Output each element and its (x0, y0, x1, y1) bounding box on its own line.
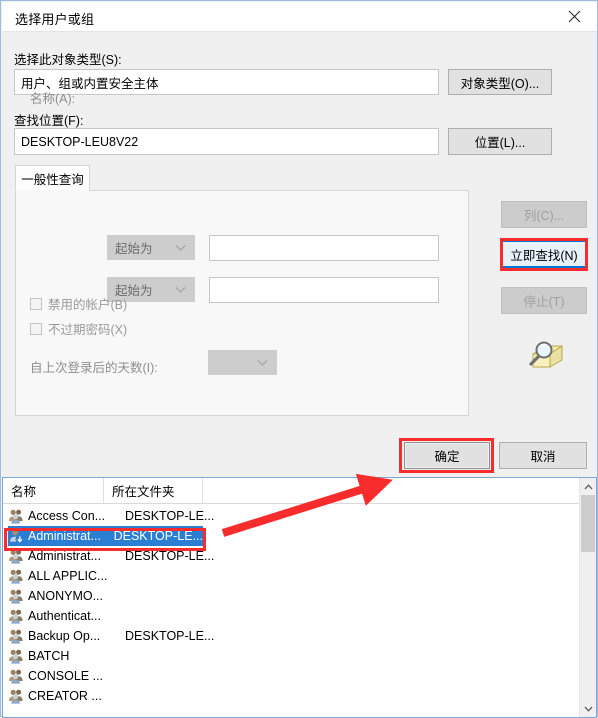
days-since-logon-combo[interactable] (208, 350, 277, 375)
table-row[interactable]: ANONYMO... (3, 586, 596, 606)
cell-folder: DESKTOP-LE... (125, 629, 215, 643)
checkbox-disabled-accounts[interactable]: 禁用的帐户(B) (30, 294, 127, 313)
column-header-name[interactable]: 名称 (3, 478, 104, 503)
checkbox-box-icon (30, 297, 42, 310)
table-row[interactable]: Backup Op... DESKTOP-LE... (3, 626, 596, 646)
group-icon (8, 588, 25, 604)
scroll-down-button[interactable] (580, 700, 596, 717)
days-since-logon-label: 自上次登录后的天数(I): (30, 361, 158, 375)
group-icon (8, 608, 25, 624)
select-user-or-group-dialog: 选择用户或组 选择此对象类型(S): 用户、组或内置安全主体 对象类型(O)..… (0, 0, 598, 718)
table-row[interactable]: CREATOR ... (3, 686, 596, 706)
checkbox-box-icon (30, 322, 42, 335)
cell-name: Administrat... (28, 549, 101, 563)
cell-name: BATCH (28, 649, 70, 663)
table-row[interactable]: Administrat... DESKTOP-LE... (8, 526, 203, 546)
scrollbar-thumb[interactable] (581, 495, 595, 552)
ok-button[interactable]: 确定 (404, 442, 490, 469)
table-row[interactable]: Authenticat... (3, 606, 596, 626)
find-now-button[interactable]: 立即查找(N) (501, 240, 587, 268)
group-icon (8, 688, 25, 704)
vertical-scrollbar[interactable] (579, 478, 596, 717)
group-icon (8, 508, 25, 524)
cell-name: Administrat... (28, 529, 101, 543)
close-icon (568, 10, 581, 23)
cancel-button[interactable]: 取消 (499, 442, 587, 469)
scroll-up-button[interactable] (580, 478, 596, 495)
close-button[interactable] (552, 2, 597, 31)
stop-button[interactable]: 停止(T) (501, 287, 587, 314)
cell-name: Access Con... (28, 509, 106, 523)
magnifier-folder-icon (521, 337, 565, 373)
cell-name: CONSOLE ... (28, 669, 104, 683)
table-row[interactable]: ALL APPLIC... (3, 566, 596, 586)
cell-name: ALL APPLIC... (28, 569, 108, 583)
chevron-down-icon (175, 244, 186, 251)
table-row[interactable]: Access Con... DESKTOP-LE... (3, 506, 596, 526)
dialog-body: 选择此对象类型(S): 用户、组或内置安全主体 对象类型(O)... 查找位置(… (2, 32, 597, 718)
table-row[interactable]: CONSOLE ... (3, 666, 596, 686)
user-icon (8, 528, 25, 544)
checkbox-non-expiring-password-label: 不过期密码(X) (48, 323, 128, 337)
tab-general-query[interactable]: 一般性查询 (15, 165, 90, 191)
columns-button[interactable]: 列(C)... (501, 201, 587, 228)
cell-folder: DESKTOP-LE... (113, 529, 203, 543)
checkbox-disabled-accounts-label: 禁用的帐户(B) (48, 298, 128, 312)
group-icon (8, 648, 25, 664)
window-title: 选择用户或组 (15, 12, 95, 27)
column-header-folder[interactable]: 所在文件夹 (104, 478, 203, 503)
group-icon (8, 628, 25, 644)
group-icon (8, 668, 25, 684)
location-label: 查找位置(F): (14, 114, 84, 128)
cell-folder: DESKTOP-LE... (125, 549, 215, 563)
object-type-button[interactable]: 对象类型(O)... (448, 69, 552, 95)
chevron-down-icon (257, 359, 268, 366)
title-bar: 选择用户或组 (2, 2, 597, 32)
desc-value-input[interactable] (209, 277, 439, 303)
cell-name: ANONYMO... (28, 589, 104, 603)
results-list-header: 名称 所在文件夹 (3, 478, 596, 504)
chevron-down-icon (584, 706, 592, 712)
name-condition-combo[interactable]: 起始为 (107, 235, 195, 260)
chevron-down-icon (175, 286, 186, 293)
checkbox-non-expiring-password[interactable]: 不过期密码(X) (30, 319, 127, 338)
cell-name: Authenticat... (28, 609, 101, 623)
object-type-input[interactable]: 用户、组或内置安全主体 (14, 69, 439, 95)
results-list[interactable]: 名称 所在文件夹 Access Con... DESKTOP-LE... Adm… (2, 477, 597, 718)
name-value-input[interactable] (209, 235, 439, 261)
chevron-up-icon (584, 483, 592, 489)
object-type-label: 选择此对象类型(S): (14, 53, 122, 67)
location-button[interactable]: 位置(L)... (448, 128, 552, 155)
cell-name: CREATOR ... (28, 689, 102, 703)
group-icon (8, 548, 25, 564)
cell-name: Backup Op... (28, 629, 101, 643)
table-row[interactable]: BATCH (3, 646, 596, 666)
name-label: 名称(A): (30, 92, 76, 106)
cell-folder: DESKTOP-LE... (125, 509, 215, 523)
group-icon (8, 568, 25, 584)
location-input[interactable]: DESKTOP-LEU8V22 (14, 128, 439, 155)
name-condition-value: 起始为 (115, 242, 153, 256)
table-row[interactable]: Administrat... DESKTOP-LE... (3, 546, 596, 566)
column-header-filler (203, 478, 563, 503)
